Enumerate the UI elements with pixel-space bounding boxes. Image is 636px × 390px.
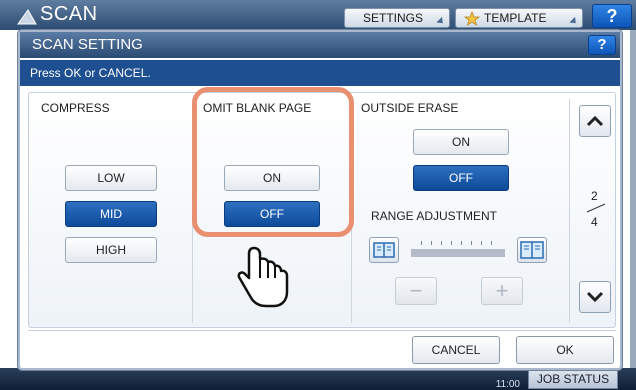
help-icon[interactable]: ? — [592, 4, 632, 28]
right-edge-strip — [630, 30, 636, 370]
range-adjustment-label: RANGE ADJUSTMENT — [371, 209, 498, 223]
cancel-button[interactable]: CANCEL — [412, 336, 500, 364]
page-current: 2 — [591, 189, 598, 203]
slider-tick — [491, 241, 492, 245]
ok-label: OK — [556, 343, 574, 357]
book-icon — [373, 242, 395, 258]
outside-erase-label: OUTSIDE ERASE — [361, 101, 459, 115]
outside-erase-on-button[interactable]: ON — [413, 129, 509, 155]
scan-icon — [17, 9, 37, 25]
app-header: SCAN SETTINGS TEMPLATE ? — [0, 0, 636, 30]
compress-mid-button[interactable]: MID — [65, 201, 157, 227]
compress-low-label: LOW — [97, 171, 125, 185]
slider-tick — [441, 241, 442, 245]
slider-tick — [451, 241, 452, 245]
range-max-book-button[interactable] — [517, 237, 547, 263]
scroll-down-button[interactable] — [579, 281, 611, 313]
plus-label: + — [495, 278, 509, 303]
scan-setting-dialog: SCAN SETTING ? Press OK or CANCEL. COMPR… — [18, 30, 622, 370]
footer-divider — [28, 330, 616, 331]
settings-panel: COMPRESS LOW MID HIGH OMIT BLANK PAGE ON… — [28, 87, 616, 328]
chevron-up-icon — [586, 115, 604, 127]
template-button[interactable]: TEMPLATE — [455, 8, 583, 28]
compress-label: COMPRESS — [41, 101, 110, 115]
caret-icon — [436, 16, 446, 27]
app-title: SCAN — [40, 3, 98, 25]
dialog-help-icon[interactable]: ? — [588, 35, 616, 55]
page-separator — [586, 203, 606, 213]
slider-tick — [481, 241, 482, 245]
range-plus-button[interactable]: + — [481, 277, 523, 305]
compress-high-label: HIGH — [96, 243, 126, 257]
range-minus-button[interactable]: − — [395, 277, 437, 305]
compress-low-button[interactable]: LOW — [65, 165, 157, 191]
compress-high-button[interactable]: HIGH — [65, 237, 157, 263]
job-status-button[interactable]: JOB STATUS — [528, 369, 618, 389]
slider-tick — [431, 241, 432, 245]
slider-tick — [471, 241, 472, 245]
status-bar: 11:00 JOB STATUS — [0, 368, 636, 390]
minus-label: − — [409, 278, 423, 303]
divider — [569, 99, 570, 323]
page-total: 4 — [591, 215, 598, 229]
ok-button[interactable]: OK — [516, 336, 614, 364]
settings-label: SETTINGS — [363, 11, 424, 25]
caret-icon — [569, 16, 579, 27]
scroll-up-button[interactable] — [579, 105, 611, 137]
range-slider[interactable] — [411, 249, 505, 257]
highlight-frame — [192, 87, 354, 237]
star-icon — [464, 11, 480, 26]
hand-pointer-icon — [237, 246, 289, 308]
outside-erase-off-label: OFF — [449, 171, 473, 185]
book-icon — [520, 241, 544, 259]
clock: 11:00 — [495, 379, 520, 390]
template-label: TEMPLATE — [484, 11, 547, 25]
dialog-title: SCAN SETTING — [20, 32, 620, 58]
slider-tick — [421, 241, 422, 245]
settings-button[interactable]: SETTINGS — [344, 8, 450, 28]
outside-erase-off-button[interactable]: OFF — [413, 165, 509, 191]
chevron-down-icon — [586, 291, 604, 303]
cancel-label: CANCEL — [431, 343, 481, 357]
dialog-message: Press OK or CANCEL. — [20, 60, 620, 86]
outside-erase-on-label: ON — [452, 135, 470, 149]
compress-mid-label: MID — [100, 207, 122, 221]
range-min-book-button[interactable] — [369, 237, 399, 263]
slider-tick — [461, 241, 462, 245]
